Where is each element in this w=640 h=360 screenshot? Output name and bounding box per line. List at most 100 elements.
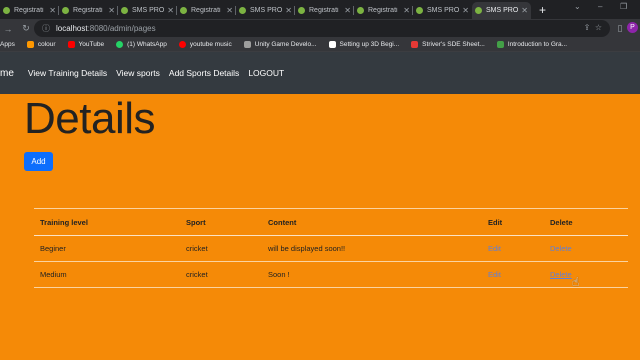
bookmark-label: youtube music bbox=[189, 41, 232, 48]
browser-toolbar: → ↻ ⓘ localhost:8080/admin/pages ⇪ ☆ ▯ P bbox=[0, 19, 640, 38]
browser-tab[interactable]: Registrati ✕ bbox=[295, 2, 354, 19]
table-row: Medium cricket Soon ! Edit Delete bbox=[34, 261, 628, 288]
reload-icon[interactable]: ↻ bbox=[20, 23, 32, 34]
cell-sport: cricket bbox=[180, 261, 262, 288]
bookmark-label: YouTube bbox=[78, 41, 105, 48]
cell-sport: cricket bbox=[180, 235, 262, 262]
forward-arrow-icon[interactable]: → bbox=[2, 24, 14, 34]
cell-content: Soon ! bbox=[262, 261, 482, 288]
close-icon[interactable]: ✕ bbox=[285, 6, 292, 15]
tab-title: SMS PRO bbox=[427, 7, 460, 14]
bookmark-label: Introduction to Gra... bbox=[507, 41, 568, 48]
close-icon[interactable]: ✕ bbox=[167, 6, 174, 15]
spring-favicon-icon bbox=[416, 7, 423, 14]
globe-icon bbox=[243, 41, 251, 48]
column-header: Sport bbox=[180, 208, 262, 236]
bookmark-label: Striver's SDE Sheet... bbox=[422, 41, 485, 48]
site-info-icon[interactable]: ⓘ bbox=[42, 23, 50, 34]
close-icon[interactable]: ✕ bbox=[462, 6, 469, 15]
browser-tab[interactable]: Registrati ✕ bbox=[59, 2, 118, 19]
close-icon[interactable]: ✕ bbox=[521, 6, 528, 15]
tab-title: Registrati bbox=[73, 7, 103, 14]
bookmark-label: (1) WhatsApp bbox=[127, 41, 167, 48]
browser-tab[interactable]: Registrati ✕ bbox=[177, 2, 236, 19]
column-header: Content bbox=[262, 208, 482, 236]
mouse-pointer-icon: ☝ bbox=[572, 275, 580, 289]
bookmark-item[interactable]: Setting up 3D Begi... bbox=[328, 41, 400, 48]
spring-favicon-icon bbox=[239, 7, 246, 14]
address-bar[interactable]: ⓘ localhost:8080/admin/pages ⇪ ☆ bbox=[34, 20, 610, 37]
cell-content: will be displayed soon!! bbox=[262, 235, 482, 262]
nav-view-training-details[interactable]: View Training Details bbox=[28, 68, 107, 78]
table-row: Beginer cricket will be displayed soon!!… bbox=[34, 235, 628, 262]
tab-title: Registrati bbox=[368, 7, 398, 14]
browser-tab[interactable]: SMS PRO ✕ bbox=[236, 2, 295, 19]
bookmark-favicon-icon bbox=[411, 41, 419, 48]
close-icon[interactable]: ✕ bbox=[226, 6, 233, 15]
tab-title: SMS PRO bbox=[250, 7, 283, 14]
close-icon[interactable]: ✕ bbox=[49, 6, 56, 15]
restore-icon[interactable]: ❐ bbox=[620, 2, 627, 11]
edit-link[interactable]: Edit bbox=[488, 270, 501, 279]
bookmark-item[interactable]: Unity Game Develo... bbox=[243, 41, 317, 48]
bookmark-favicon-icon bbox=[26, 41, 34, 48]
bookmark-label: Apps bbox=[0, 41, 15, 48]
tab-title: Registrati bbox=[309, 7, 339, 14]
share-bookmark-icons[interactable]: ⇪ ☆ bbox=[584, 23, 602, 32]
spring-favicon-icon bbox=[357, 7, 364, 14]
bookmark-item[interactable]: YouTube bbox=[67, 41, 105, 48]
bookmark-item[interactable]: Striver's SDE Sheet... bbox=[411, 41, 485, 48]
profile-avatar[interactable]: P bbox=[627, 22, 638, 33]
column-header: Delete bbox=[544, 208, 628, 236]
column-header: Edit bbox=[482, 208, 544, 236]
column-header: Training level bbox=[34, 208, 180, 236]
page-title: Details bbox=[24, 94, 156, 143]
youtube-music-icon bbox=[178, 41, 186, 48]
browser-tab[interactable]: SMS PRO ✕ bbox=[118, 2, 177, 19]
close-icon[interactable]: ✕ bbox=[108, 6, 115, 15]
edit-link[interactable]: Edit bbox=[488, 244, 501, 253]
new-tab-button[interactable]: + bbox=[539, 2, 546, 19]
url-path: :8080/admin/pages bbox=[87, 24, 156, 33]
spring-favicon-icon bbox=[298, 7, 305, 14]
nav-logout[interactable]: LOGOUT bbox=[248, 68, 284, 78]
spring-favicon-icon bbox=[121, 7, 128, 14]
spring-favicon-icon bbox=[3, 7, 10, 14]
spring-favicon-icon bbox=[180, 7, 187, 14]
browser-tabstrip: Registrati ✕ Registrati ✕ SMS PRO ✕ Registr… bbox=[0, 0, 640, 19]
bookmark-item[interactable]: youtube music bbox=[178, 41, 232, 48]
tab-search-icon[interactable]: ⌄ bbox=[574, 2, 581, 11]
browser-tab[interactable]: Registrati ✕ bbox=[0, 2, 59, 19]
training-details-table: Training level Sport Content Edit Delete… bbox=[34, 208, 628, 288]
tab-title: Registrati bbox=[191, 7, 221, 14]
close-icon[interactable]: ✕ bbox=[344, 6, 351, 15]
unity-icon bbox=[328, 41, 336, 48]
bookmark-item[interactable]: (1) WhatsApp bbox=[116, 41, 167, 48]
nav-add-sports-details[interactable]: Add Sports Details bbox=[169, 68, 239, 78]
bookmark-apps[interactable]: Apps bbox=[0, 41, 15, 48]
youtube-icon bbox=[67, 41, 75, 48]
spring-favicon-icon bbox=[475, 7, 482, 14]
browser-tab-active[interactable]: SMS PRO ✕ bbox=[472, 2, 531, 19]
table-header-row: Training level Sport Content Edit Delete bbox=[34, 208, 628, 236]
delete-link[interactable]: Delete bbox=[550, 244, 572, 253]
bookmark-favicon-icon bbox=[496, 41, 504, 48]
browser-tab[interactable]: Registrati ✕ bbox=[354, 2, 413, 19]
bookmark-label: Setting up 3D Begi... bbox=[339, 41, 400, 48]
navbar-brand[interactable]: me bbox=[0, 68, 14, 79]
close-icon[interactable]: ✕ bbox=[403, 6, 410, 15]
nav-view-sports[interactable]: View sports bbox=[116, 68, 160, 78]
bookmark-item[interactable]: Introduction to Gra... bbox=[496, 41, 568, 48]
sidebar-icon[interactable]: ▯ bbox=[614, 23, 626, 34]
minimize-icon[interactable]: – bbox=[598, 2, 602, 11]
browser-tab[interactable]: SMS PRO ✕ bbox=[413, 2, 472, 19]
tab-title: Registrati bbox=[14, 7, 44, 14]
bookmark-label: Unity Game Develo... bbox=[254, 41, 317, 48]
app-navbar: me View Training Details View sports Add… bbox=[0, 52, 640, 94]
url-host: localhost bbox=[56, 24, 88, 33]
bookmark-item[interactable]: colour bbox=[26, 41, 56, 48]
delete-link[interactable]: Delete bbox=[550, 270, 572, 279]
whatsapp-icon bbox=[116, 41, 124, 48]
add-button[interactable]: Add bbox=[24, 152, 53, 171]
cell-training-level: Medium bbox=[34, 261, 180, 288]
